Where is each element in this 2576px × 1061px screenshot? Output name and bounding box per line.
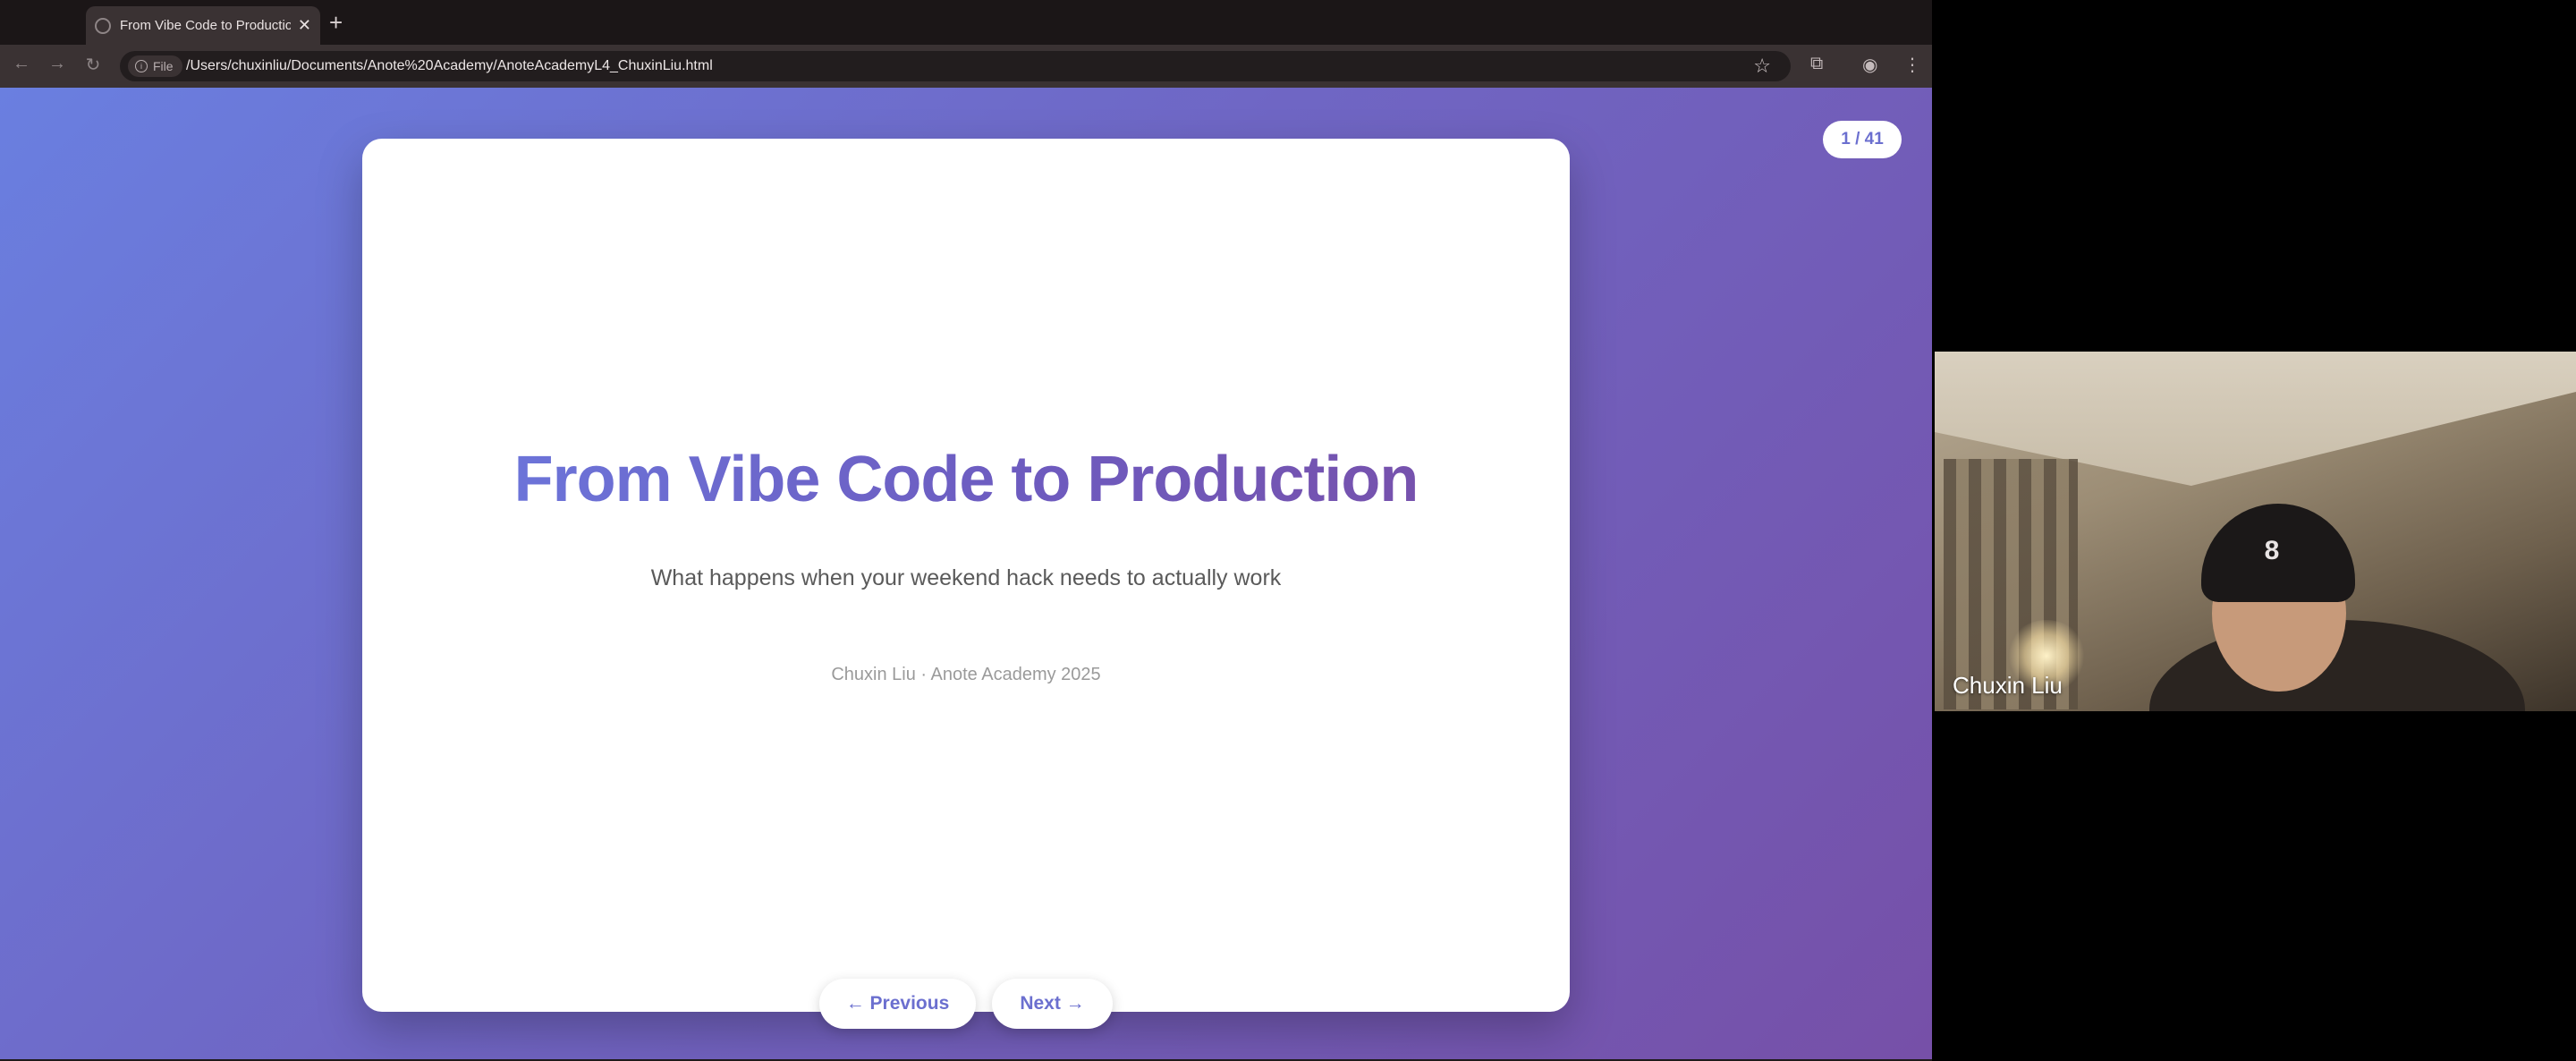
slide-author: Chuxin Liu · Anote Academy 2025 <box>831 665 1101 684</box>
close-icon[interactable]: ✕ <box>298 16 311 35</box>
slide-subtitle: What happens when your weekend hack need… <box>650 565 1282 590</box>
tab-title: From Vibe Code to Productio <box>120 18 291 33</box>
navigation-toolbar: ← → ↻ i File /Users/chuxinliu/Documents/… <box>0 45 1932 88</box>
reload-icon[interactable]: ↻ <box>80 54 106 76</box>
page-viewport: 1 / 41 From Vibe Code to Production What… <box>0 88 1932 1059</box>
next-button[interactable]: Next → <box>992 979 1113 1029</box>
menu-kebab-icon[interactable]: ⋮ <box>1903 54 1921 76</box>
forward-arrow-icon[interactable]: → <box>45 54 70 74</box>
extensions-icon[interactable]: ⧉ <box>1810 54 1823 74</box>
chip-label: File <box>153 59 174 73</box>
participant-name: Chuxin Liu <box>1953 672 2063 699</box>
slide-card: From Vibe Code to Production What happen… <box>362 139 1570 1012</box>
tab-bar: From Vibe Code to Productio ✕ + <box>0 0 1932 45</box>
slide-title: From Vibe Code to Production <box>362 443 1570 516</box>
tab-active[interactable]: From Vibe Code to Productio ✕ <box>86 6 320 45</box>
slide-counter: 1 / 41 <box>1823 121 1902 158</box>
globe-icon <box>95 17 111 34</box>
info-icon: i <box>135 60 148 72</box>
bookmark-star-icon[interactable]: ☆ <box>1753 55 1771 78</box>
site-info-chip[interactable]: i File <box>128 55 182 77</box>
profile-icon[interactable]: ◉ <box>1862 54 1877 76</box>
back-arrow-icon[interactable]: ← <box>9 54 34 74</box>
previous-button[interactable]: ← Previous <box>819 979 976 1029</box>
video-tile: 8 Chuxin Liu <box>1935 352 2576 711</box>
browser-window: From Vibe Code to Productio ✕ + ← → ↻ i … <box>0 0 1932 1061</box>
address-bar[interactable]: i File /Users/chuxinliu/Documents/Anote%… <box>120 51 1791 81</box>
beanie-logo-icon: 8 <box>2264 536 2280 565</box>
url-text: /Users/chuxinliu/Documents/Anote%20Acade… <box>186 58 713 73</box>
new-tab-button[interactable]: + <box>329 9 343 36</box>
